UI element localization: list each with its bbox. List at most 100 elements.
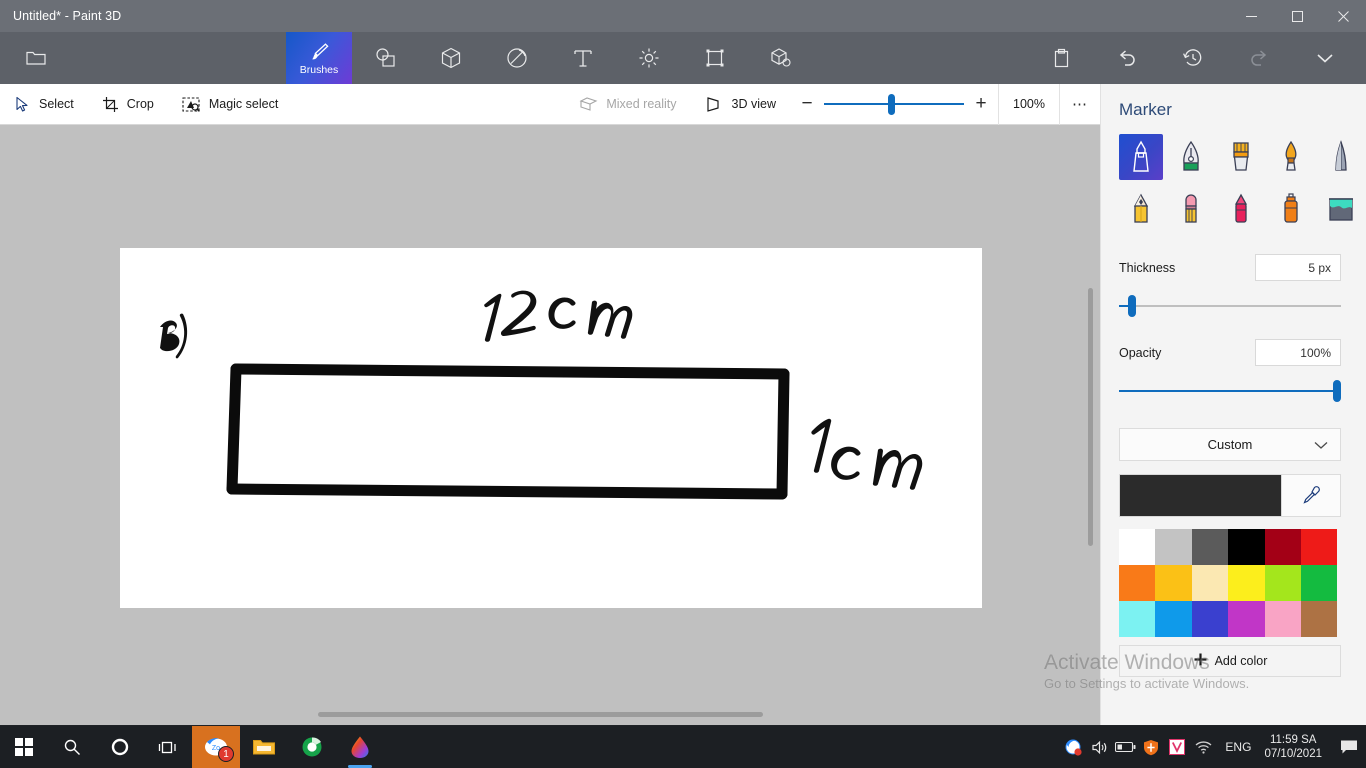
brush-calligraphy-pen[interactable] (1169, 134, 1213, 180)
current-color-swatch[interactable] (1119, 474, 1282, 517)
ribbon-tab-canvas[interactable] (682, 32, 748, 84)
opacity-slider[interactable] (1119, 380, 1341, 402)
canvas-vertical-scrollbar[interactable] (1088, 288, 1093, 546)
clock[interactable]: 11:59 SA 07/10/2021 (1260, 733, 1332, 761)
color-swatch[interactable] (1155, 529, 1192, 565)
color-swatch[interactable] (1264, 565, 1301, 601)
select-button-label: Select (39, 97, 74, 111)
zoom-out-button[interactable]: − (790, 84, 824, 125)
select-button[interactable]: Select (0, 84, 88, 125)
brush-eraser[interactable] (1169, 186, 1213, 232)
brush-pencil[interactable] (1119, 186, 1163, 232)
zoom-tray-icon[interactable] (1060, 726, 1086, 768)
eyedropper-button[interactable] (1282, 474, 1341, 517)
v-app-icon[interactable] (1164, 726, 1190, 768)
color-swatch[interactable] (1191, 529, 1229, 565)
menu-folder-icon[interactable] (16, 32, 56, 84)
ribbon-tab-stickers[interactable] (484, 32, 550, 84)
color-swatch[interactable] (1191, 565, 1229, 601)
undo-icon[interactable] (1094, 32, 1160, 84)
brush-oil[interactable] (1219, 134, 1263, 180)
zoom-level-label[interactable]: 100% (998, 83, 1060, 125)
add-color-button[interactable]: Add color (1119, 645, 1341, 677)
thickness-slider[interactable] (1119, 295, 1341, 317)
brush-pixel-pen[interactable] (1319, 134, 1363, 180)
color-swatch[interactable] (1119, 565, 1156, 601)
clock-time: 11:59 SA (1269, 734, 1317, 746)
opacity-slider-thumb[interactable] (1333, 380, 1341, 402)
history-icon[interactable] (1160, 32, 1226, 84)
action-center-icon[interactable] (1332, 726, 1366, 768)
canvas-stage[interactable] (0, 125, 1100, 725)
zoom-slider-thumb[interactable] (888, 93, 895, 115)
ribbon-tab-effects[interactable] (616, 32, 682, 84)
brush-spray-can[interactable] (1269, 186, 1313, 232)
color-swatch[interactable] (1191, 601, 1229, 637)
brush-watercolor[interactable] (1269, 134, 1313, 180)
zoom-app-button[interactable]: Zo 1 (192, 726, 240, 768)
oil-brush-icon (1233, 142, 1249, 171)
color-swatch[interactable] (1300, 529, 1338, 565)
annotation-b-label (160, 313, 188, 359)
volume-icon[interactable] (1086, 726, 1112, 768)
zoom-slider[interactable] (824, 84, 964, 125)
magic-select-icon (182, 96, 200, 112)
color-swatch[interactable] (1264, 529, 1301, 565)
brush-fill[interactable] (1319, 186, 1363, 232)
battery-icon[interactable] (1112, 726, 1138, 768)
color-swatch[interactable] (1228, 601, 1265, 637)
color-swatch[interactable] (1119, 601, 1156, 637)
thickness-slider-thumb[interactable] (1127, 295, 1136, 317)
ribbon-tab-3d-shapes[interactable] (418, 32, 484, 84)
brush-crayon[interactable] (1219, 186, 1263, 232)
search-button[interactable] (48, 726, 96, 768)
marker-icon (1133, 140, 1149, 172)
color-swatch[interactable] (1119, 529, 1156, 565)
3d-view-button[interactable]: 3D view (691, 84, 790, 125)
mixed-reality-button: Mixed reality (565, 84, 690, 125)
thickness-value[interactable]: 5 px (1255, 254, 1341, 281)
minimize-button[interactable] (1228, 0, 1274, 32)
crop-button[interactable]: Crop (88, 84, 168, 125)
ribbon-tab-2d-shapes[interactable] (352, 32, 418, 84)
paint3d-app-button[interactable] (336, 726, 384, 768)
browser-app-button[interactable] (288, 726, 336, 768)
ribbon-tab-text[interactable] (550, 32, 616, 84)
ribbon-tab-3d-library[interactable] (748, 32, 814, 84)
color-swatch[interactable] (1155, 601, 1192, 637)
start-button[interactable] (0, 726, 48, 768)
color-swatch[interactable] (1300, 565, 1338, 601)
paint3d-app-window: Untitled* - Paint 3D Brushes Select Crop… (0, 0, 1366, 768)
more-options-button[interactable]: ⋯ (1060, 84, 1100, 125)
clipboard-icon[interactable] (1028, 32, 1094, 84)
maximize-button[interactable] (1274, 0, 1320, 32)
drawing-canvas[interactable] (120, 248, 982, 608)
zoom-app-badge: 1 (218, 746, 234, 762)
color-swatch[interactable] (1264, 601, 1301, 637)
brush-marker[interactable] (1119, 134, 1163, 180)
chevron-down-icon[interactable] (1292, 32, 1358, 84)
file-explorer-button[interactable] (240, 726, 288, 768)
opacity-value[interactable]: 100% (1255, 339, 1341, 366)
color-swatch[interactable] (1155, 565, 1192, 601)
wifi-icon[interactable] (1190, 726, 1216, 768)
cortana-button[interactable] (96, 726, 144, 768)
color-swatch[interactable] (1300, 601, 1338, 637)
canvas-horizontal-scrollbar[interactable] (318, 712, 763, 717)
magic-select-button[interactable]: Magic select (168, 84, 292, 125)
window-title: Untitled* - Paint 3D (13, 9, 122, 23)
color-swatch[interactable] (1228, 529, 1265, 565)
ribbon-tab-brushes[interactable]: Brushes (286, 32, 352, 84)
thickness-slider-rail (1119, 305, 1341, 307)
color-swatch[interactable] (1228, 565, 1265, 601)
zoom-in-button[interactable]: + (964, 84, 998, 125)
watercolor-brush-icon (1285, 140, 1297, 171)
language-indicator[interactable]: ENG (1216, 740, 1260, 754)
color-mode-select[interactable]: Custom (1119, 428, 1341, 461)
text-icon (574, 50, 592, 67)
cortana-circle-icon (111, 738, 129, 756)
task-view-button[interactable] (144, 726, 192, 768)
close-button[interactable] (1320, 0, 1366, 32)
security-shield-icon[interactable] (1138, 726, 1164, 768)
thickness-label: Thickness (1119, 260, 1176, 275)
